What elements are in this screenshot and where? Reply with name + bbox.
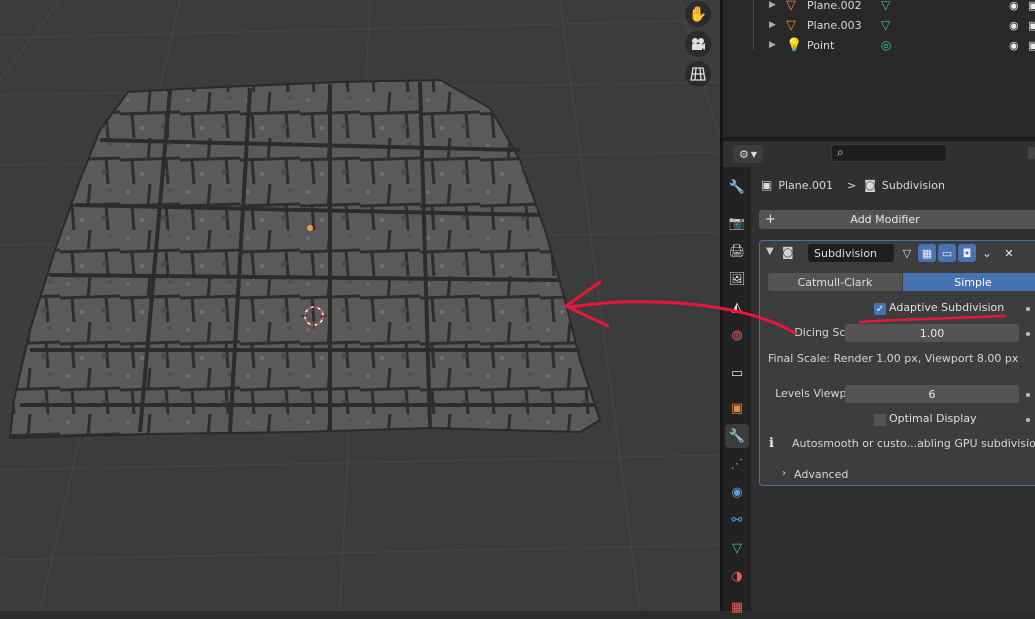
chevron-right-icon[interactable]: › bbox=[782, 468, 786, 479]
optimal-display-label: Optimal Display bbox=[889, 412, 977, 425]
modifier-header: ▼ ◙ Subdivision ▽ ▦ ▭ ◘ ⌄ ✕ bbox=[760, 241, 1035, 265]
keyframe-dot[interactable] bbox=[1026, 307, 1030, 311]
particles-tab-icon[interactable]: ⋰ bbox=[725, 452, 749, 476]
breadcrumb-separator: > bbox=[847, 178, 857, 192]
remove-modifier-icon[interactable]: ✕ bbox=[1000, 244, 1018, 262]
collection-tab-icon[interactable]: ▭ bbox=[725, 361, 749, 385]
outliner-item-label: Plane.003 bbox=[807, 18, 862, 32]
camera-render-icon[interactable]: ▣ bbox=[1028, 39, 1035, 52]
3d-viewport[interactable]: ✋ bbox=[0, 0, 720, 611]
outliner-item-label: Plane.002 bbox=[807, 0, 862, 12]
keyframe-dot[interactable] bbox=[1026, 332, 1030, 336]
constraints-tab-icon[interactable]: ⚯ bbox=[725, 508, 749, 532]
add-modifier-button[interactable]: + Add Modifier bbox=[759, 210, 1035, 229]
light-point-marker bbox=[307, 225, 313, 231]
world-tab-icon[interactable]: ◍ bbox=[725, 323, 749, 347]
search-icon: ⌕ bbox=[837, 145, 844, 159]
mesh-data-icon[interactable]: ▽ bbox=[881, 18, 890, 32]
viewport-toggle-icon[interactable]: ▭ bbox=[938, 244, 956, 262]
add-modifier-label: Add Modifier bbox=[850, 213, 920, 226]
camera-render-icon[interactable]: ▣ bbox=[1028, 19, 1035, 32]
expand-caret-icon[interactable]: ▶ bbox=[769, 40, 776, 50]
modifier-name-field[interactable]: Subdivision bbox=[808, 244, 894, 262]
render-toggle-icon[interactable]: ◘ bbox=[958, 244, 976, 262]
adaptive-subdivision-checkbox[interactable]: ✓ bbox=[874, 303, 886, 315]
breadcrumb: ▣ Plane.001 > ◙ Subdivision bbox=[761, 177, 951, 193]
adaptive-subdivision-label: Adaptive Subdivision bbox=[889, 301, 1005, 314]
subdivision-modifier-panel: ▼ ◙ Subdivision ▽ ▦ ▭ ◘ ⌄ ✕ Catmull-Clar… bbox=[759, 240, 1035, 486]
material-tab-icon[interactable]: ◑ bbox=[725, 564, 749, 588]
view-layer-tab-icon[interactable]: 🖼 bbox=[725, 267, 749, 291]
levels-viewport-field[interactable]: 6 bbox=[845, 385, 1019, 403]
modifier-tab-icon[interactable]: 🔧 bbox=[725, 424, 749, 448]
info-icon: ℹ bbox=[769, 436, 774, 451]
subdivision-modifier-icon: ◙ bbox=[782, 245, 794, 259]
outliner-item-label: Point bbox=[807, 38, 835, 52]
stone-terrain bbox=[8, 78, 602, 440]
properties-editor-icon: ⚙ bbox=[738, 147, 749, 161]
collapse-chevron-icon[interactable]: ▼ bbox=[766, 246, 774, 257]
final-scale-text: Final Scale: Render 1.00 px, Viewport 8.… bbox=[768, 352, 1019, 365]
optimal-display-checkbox[interactable] bbox=[874, 414, 886, 426]
texture-tab-icon[interactable]: ▦ bbox=[725, 595, 749, 619]
properties-header: ⚙ ▼ ⌕ bbox=[723, 141, 1035, 167]
camera-render-icon[interactable]: ▣ bbox=[1028, 0, 1035, 12]
output-tab-icon[interactable]: 🖨 bbox=[725, 239, 749, 263]
outliner-row-plane-003[interactable]: ▶ ▽ Plane.003 ▽ ◉ ▣ bbox=[723, 5, 1035, 35]
properties-search-input[interactable]: ⌕ bbox=[831, 144, 947, 162]
simple-option[interactable]: Simple bbox=[903, 273, 1035, 291]
grid-ortho-icon[interactable] bbox=[685, 61, 711, 87]
object-icon: ▣ bbox=[761, 178, 773, 192]
eye-icon[interactable]: ◉ bbox=[1009, 39, 1019, 52]
advanced-subpanel-header[interactable]: Advanced bbox=[794, 468, 848, 481]
breadcrumb-modifier: Subdivision bbox=[881, 178, 945, 192]
header-scroll-handle[interactable] bbox=[1028, 147, 1035, 159]
properties-panel: ▣ Plane.001 > ◙ Subdivision + Add Modifi… bbox=[751, 167, 1035, 611]
eye-icon[interactable]: ◉ bbox=[1009, 0, 1019, 12]
pan-hand-icon[interactable]: ✋ bbox=[685, 1, 711, 27]
physics-tab-icon[interactable]: ◉ bbox=[725, 480, 749, 504]
keyframe-dot[interactable] bbox=[1026, 418, 1030, 422]
light-data-icon[interactable]: ◎ bbox=[881, 38, 891, 52]
modifier-menu-chevron-icon[interactable]: ⌄ bbox=[978, 244, 996, 262]
outliner-row-plane-002[interactable]: ▶ ▽ Plane.002 ▽ ◉ ▣ bbox=[723, 0, 1035, 15]
subdivision-modifier-icon: ◙ bbox=[864, 178, 876, 192]
editor-type-button[interactable]: ⚙ ▼ bbox=[733, 145, 763, 163]
eye-icon[interactable]: ◉ bbox=[1009, 19, 1019, 32]
viewport-scene bbox=[0, 0, 720, 611]
breadcrumb-object: Plane.001 bbox=[778, 178, 834, 192]
outliner: ▶ ▽ Plane.002 ▽ ◉ ▣ ▶ ▽ Plane.003 ▽ ◉ ▣ … bbox=[723, 0, 1035, 137]
mesh-object-icon: ▽ bbox=[786, 17, 796, 33]
keyframe-dot[interactable] bbox=[1026, 393, 1030, 397]
gpu-subdivision-info-text: Autosmooth or custo...abling GPU subdivi… bbox=[792, 437, 1035, 450]
properties-tab-bar: 🔧 📷 🖨 🖼 ◭ ◍ ▭ ▣ 🔧 ⋰ ◉ ⚯ ▽ ◑ ▦ bbox=[723, 167, 751, 615]
catmull-clark-option[interactable]: Catmull-Clark bbox=[768, 273, 902, 291]
camera-view-icon[interactable] bbox=[685, 31, 711, 57]
cage-toggle-icon[interactable]: ▦ bbox=[918, 244, 936, 262]
scene-tab-icon[interactable]: ◭ bbox=[725, 295, 749, 319]
object-tab-icon[interactable]: ▣ bbox=[725, 396, 749, 420]
edit-mode-toggle-icon[interactable]: ▽ bbox=[898, 244, 916, 262]
light-object-icon: 💡 bbox=[786, 37, 803, 53]
chevron-down-icon: ▼ bbox=[750, 149, 758, 159]
render-tab-icon[interactable]: 📷 bbox=[725, 211, 749, 235]
mesh-object-icon: ▽ bbox=[786, 0, 796, 13]
data-tab-icon[interactable]: ▽ bbox=[725, 536, 749, 560]
dicing-scale-field[interactable]: 1.00 bbox=[845, 324, 1019, 342]
expand-caret-icon[interactable]: ▶ bbox=[769, 20, 776, 30]
outliner-row-point[interactable]: ▶ 💡 Point ◎ ◉ ▣ bbox=[723, 25, 1035, 55]
mesh-data-icon[interactable]: ▽ bbox=[881, 0, 890, 12]
expand-caret-icon[interactable]: ▶ bbox=[769, 0, 776, 10]
tool-tab-icon[interactable]: 🔧 bbox=[725, 175, 749, 199]
